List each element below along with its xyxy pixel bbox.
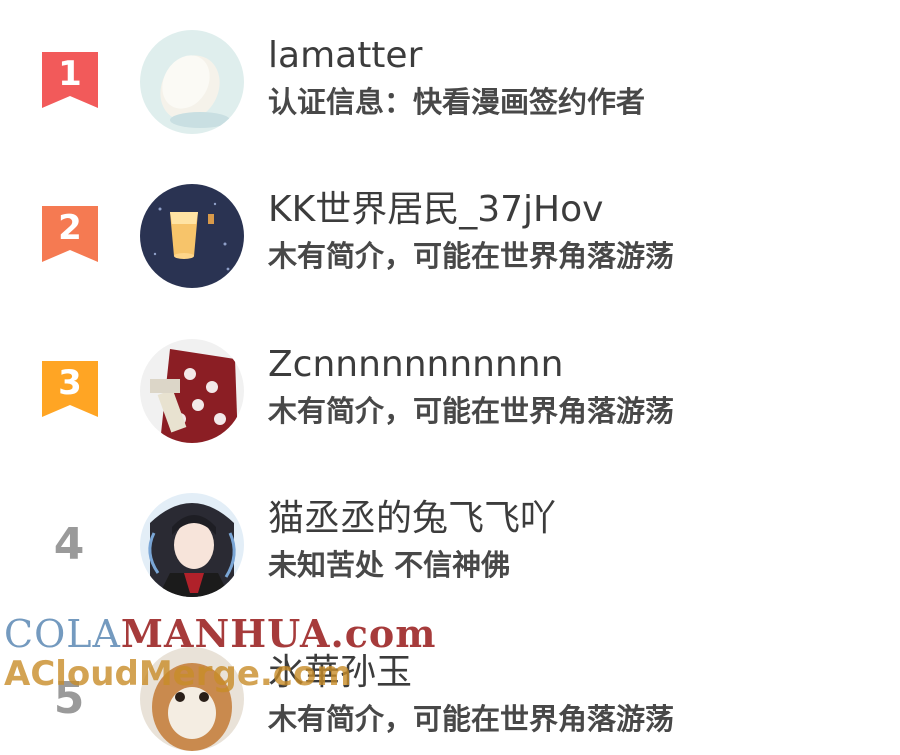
rank-badge-1: 1 [42, 52, 98, 108]
user-description: 木有简介，可能在世界角落游荡 [268, 702, 675, 736]
user-name[interactable]: Zcnnnnnnnnnnn [268, 341, 563, 389]
avatar[interactable] [140, 30, 244, 134]
ranking-row-2[interactable]: 2 KK世界居民_37jHov 木有简介，可能在世界角落游荡 [0, 182, 900, 292]
rank-number: 2 [58, 208, 82, 248]
rank-number: 5 [53, 673, 85, 724]
user-name[interactable]: lamatter [268, 32, 422, 80]
avatar[interactable] [140, 184, 244, 288]
user-name[interactable]: 猫丞丞的兔飞飞吖 [268, 495, 556, 543]
rank-badge-3: 3 [42, 361, 98, 417]
user-description: 木有简介，可能在世界角落游荡 [268, 394, 675, 428]
rank-number: 4 [53, 519, 85, 570]
rank-badge-2: 2 [42, 206, 98, 262]
ranking-row-4[interactable]: 4 猫丞丞的兔飞飞吖 未知苦处 不信神佛 [0, 491, 900, 601]
user-description: 木有简介，可能在世界角落游荡 [268, 239, 675, 273]
rank-number: 3 [58, 363, 82, 403]
user-description: 认证信息：快看漫画签约作者 [268, 85, 646, 119]
user-name[interactable]: KK世界居民_37jHov [268, 186, 603, 234]
avatar[interactable] [140, 647, 244, 751]
user-name[interactable]: 氷華孙玉 [268, 649, 412, 697]
rank-number: 1 [58, 54, 82, 94]
avatar[interactable] [140, 493, 244, 597]
ranking-row-1[interactable]: 1 lamatter 认证信息：快看漫画签约作者 [0, 28, 900, 138]
ranking-row-5[interactable]: 5 氷華孙玉 木有简介，可能在世界角落游荡 [0, 645, 900, 755]
user-description: 未知苦处 不信神佛 [268, 548, 511, 582]
ranking-row-3[interactable]: 3 Zcnnnnnnnnnnn 木有简介，可能在世界角落游荡 [0, 337, 900, 447]
avatar[interactable] [140, 339, 244, 443]
